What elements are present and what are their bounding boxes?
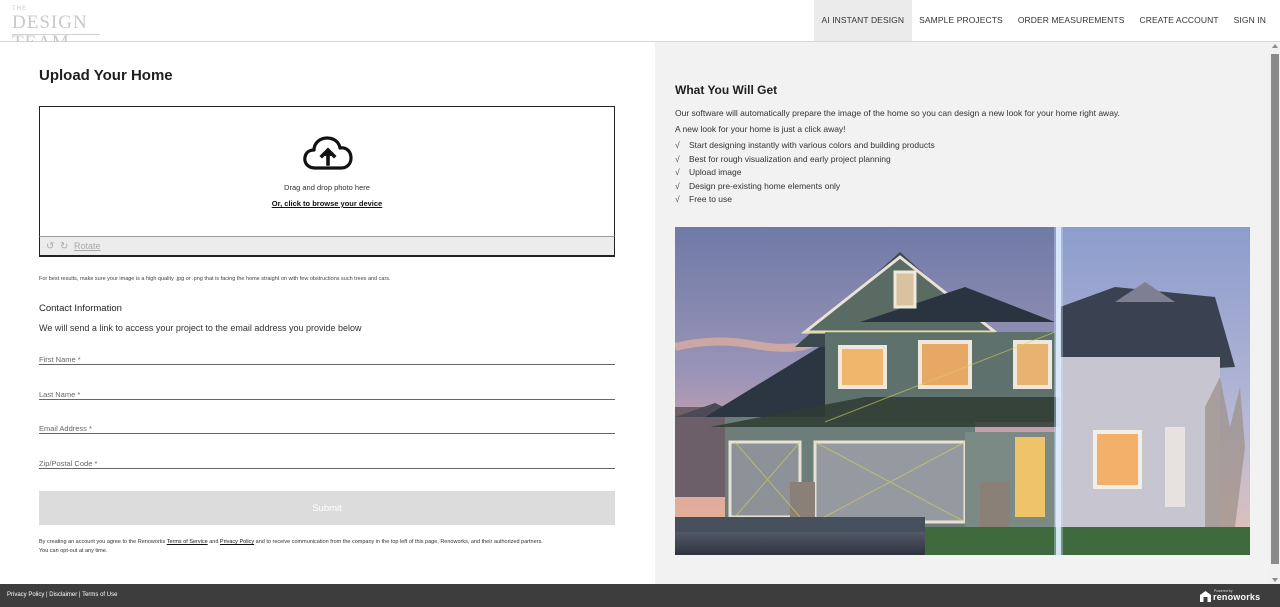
footer-terms-link[interactable]: Terms of Use xyxy=(82,592,117,598)
rotate-right-icon[interactable]: ↻ xyxy=(60,241,68,252)
renoworks-brand: renoworks xyxy=(1213,592,1261,602)
page-scrollbar[interactable] xyxy=(1270,42,1280,584)
checkmark-icon: √ xyxy=(675,167,680,177)
submit-button[interactable]: Submit xyxy=(39,491,615,525)
zip-field-wrap xyxy=(39,453,615,471)
page-footer: Privacy Policy | Disclaimer | Terms of U… xyxy=(0,584,1280,607)
scrollbar-thumb[interactable] xyxy=(1271,54,1279,564)
checkmark-icon: √ xyxy=(675,153,680,164)
page-title: Upload Your Home xyxy=(39,67,173,84)
renoworks-logo-icon xyxy=(1200,591,1211,602)
main-nav: AI INSTANT DESIGN SAMPLE PROJECTS ORDER … xyxy=(814,0,1280,41)
contact-subtitle: We will send a link to access your proje… xyxy=(39,323,362,333)
upload-hint: For best results, make sure your image i… xyxy=(39,276,391,282)
top-navigation-bar: THE DESIGN TEAM AI INSTANT DESIGN SAMPLE… xyxy=(0,0,1280,53)
footer-disclaimer-link[interactable]: Disclaimer xyxy=(49,592,77,598)
legal-text-and: and xyxy=(207,539,220,545)
scroll-down-icon[interactable] xyxy=(1272,578,1278,582)
photo-drop-zone[interactable]: Drag and drop photo here Or, click to br… xyxy=(39,106,615,257)
legal-text-pre: By creating an account you agree to the … xyxy=(39,539,167,545)
powered-by-renoworks[interactable]: Powered by renoworks xyxy=(1200,589,1260,603)
email-input[interactable] xyxy=(39,421,615,436)
checkmark-icon: √ xyxy=(675,140,680,150)
last-name-input[interactable] xyxy=(39,387,615,402)
benefits-list: √ Start designing instantly with various … xyxy=(675,140,935,208)
drag-drop-text: Drag and drop photo here xyxy=(284,183,370,192)
nav-sign-in[interactable]: SIGN IN xyxy=(1226,0,1280,41)
footer-links: Privacy Policy | Disclaimer | Terms of U… xyxy=(7,592,117,598)
legal-text-post: and to receive communication from the co… xyxy=(254,539,543,545)
house-preview-image xyxy=(675,227,1250,555)
legal-notice: By creating an account you agree to the … xyxy=(39,538,619,556)
rotate-left-icon[interactable]: ↺ xyxy=(46,241,54,252)
checkmark-icon: √ xyxy=(675,194,680,204)
contact-heading: Contact Information xyxy=(39,303,122,314)
list-item: √ Best for rough visualization and early … xyxy=(675,153,891,164)
legal-opt-out: You can opt-out at any time. xyxy=(39,548,108,554)
last-name-field-wrap xyxy=(39,384,615,402)
rotate-toolbar: ↺ ↻ Rotate xyxy=(39,236,615,256)
zip-input[interactable] xyxy=(39,456,615,471)
first-name-field-wrap xyxy=(39,349,615,367)
nav-order-measurements[interactable]: ORDER MEASUREMENTS xyxy=(1010,0,1132,41)
checkmark-icon: √ xyxy=(675,180,680,191)
list-item: √ Start designing instantly with various … xyxy=(675,140,935,150)
list-item: √ Design pre-existing home elements only xyxy=(675,180,841,191)
info-panel: What You Will Get Our software will auto… xyxy=(655,42,1270,584)
nav-sample-projects[interactable]: SAMPLE PROJECTS xyxy=(912,0,1011,41)
info-description: Our software will automatically prepare … xyxy=(675,108,1120,118)
browse-device-link[interactable]: Or, click to browse your device xyxy=(40,199,614,208)
footer-privacy-link[interactable]: Privacy Policy xyxy=(7,592,44,598)
upload-panel: Upload Your Home Drag and drop photo her… xyxy=(0,42,655,584)
list-item: √ Upload image xyxy=(675,167,742,177)
info-tagline: A new look for your home is just a click… xyxy=(675,124,846,134)
design-team-logo[interactable]: THE DESIGN TEAM xyxy=(12,6,102,53)
nav-ai-instant-design[interactable]: AI INSTANT DESIGN xyxy=(814,0,912,41)
scroll-up-icon[interactable] xyxy=(1272,44,1278,48)
privacy-policy-link[interactable]: Privacy Policy xyxy=(220,539,254,545)
email-field-wrap xyxy=(39,418,615,436)
list-item: √ Free to use xyxy=(675,194,732,204)
cloud-upload-icon xyxy=(303,136,353,170)
first-name-input[interactable] xyxy=(39,352,615,367)
logo-underline xyxy=(12,34,100,35)
info-title: What You Will Get xyxy=(675,83,778,97)
nav-create-account[interactable]: CREATE ACCOUNT xyxy=(1132,0,1226,41)
terms-of-service-link[interactable]: Terms of Service xyxy=(167,539,208,545)
rotate-link[interactable]: Rotate xyxy=(74,241,101,251)
